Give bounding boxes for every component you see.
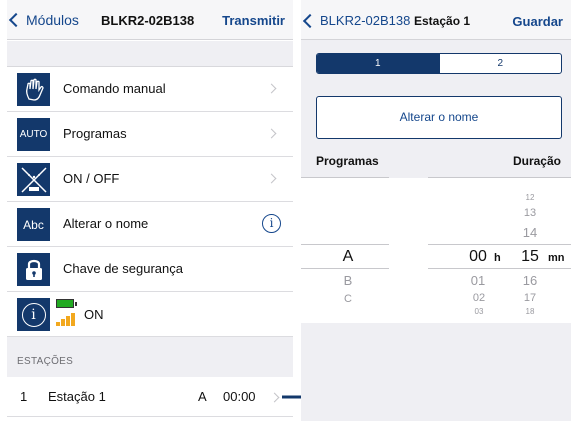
hours-option[interactable]: 02 <box>468 292 490 304</box>
menu-item-on-off[interactable]: ON / OFF <box>7 157 293 202</box>
station-number: 1 <box>20 389 28 404</box>
duration-column-header: Duração <box>512 154 561 168</box>
program-selected[interactable]: A <box>338 248 358 266</box>
menu-label: Chave de segurança <box>63 261 183 276</box>
station-program: A <box>198 389 207 404</box>
back-label: Módulos <box>26 12 79 28</box>
hours-unit: h <box>494 252 501 264</box>
chevron-left-icon <box>8 12 24 28</box>
sprinkler-off-icon <box>17 163 50 196</box>
back-label: BLKR2-02B138 <box>320 13 411 28</box>
duration-picker[interactable]: A B C 00 h 01 02 03 12 13 14 15 mn 16 17… <box>301 178 571 323</box>
chevron-right-icon <box>266 173 277 184</box>
signal-strength-icon <box>56 312 80 326</box>
minutes-unit: mn <box>548 252 565 264</box>
minutes-option[interactable]: 13 <box>520 207 540 219</box>
right-nav-bar: BLKR2-02B138 Estação 1 Guardar <box>301 0 571 40</box>
chevron-right-icon <box>266 83 277 94</box>
left-screen: Módulos BLKR2-02B138 Transmitir Comando … <box>7 0 293 421</box>
info-icon[interactable]: i <box>262 214 281 233</box>
status-row: i ON <box>7 292 293 337</box>
minutes-option[interactable]: 14 <box>519 225 541 240</box>
auto-icon: AUTO <box>17 118 50 151</box>
left-nav-bar: Módulos BLKR2-02B138 Transmitir <box>7 0 293 40</box>
menu-item-rename[interactable]: Abc Alterar o nome i <box>7 202 293 247</box>
abc-icon: Abc <box>17 208 50 241</box>
back-button-modules[interactable]: Módulos <box>8 12 79 28</box>
info-icon[interactable]: i <box>17 298 50 331</box>
minutes-option[interactable]: 16 <box>519 273 541 288</box>
programs-column-header: Programas <box>316 154 379 168</box>
station-name: Estação 1 <box>48 389 106 404</box>
nav-title: BLKR2-02B138 <box>101 13 195 28</box>
chevron-right-icon <box>269 392 280 403</box>
spacer <box>7 41 293 67</box>
segment-1[interactable]: 1 <box>317 54 439 73</box>
divider <box>301 244 389 245</box>
section-title: ESTAÇÕES <box>17 356 74 367</box>
divider <box>301 268 389 269</box>
divider <box>428 268 571 269</box>
padlock-icon <box>17 253 50 286</box>
program-option[interactable]: C <box>338 293 358 305</box>
menu-label: Alterar o nome <box>63 216 149 231</box>
info-circle: i <box>21 302 46 327</box>
section-header: ESTAÇÕES <box>7 337 293 377</box>
menu-item-programs[interactable]: AUTO Programas <box>7 112 293 157</box>
menu-label: Comando manual <box>63 81 166 96</box>
menu-label: Programas <box>63 126 127 141</box>
rename-button[interactable]: Alterar o nome <box>316 96 562 139</box>
minutes-option[interactable]: 12 <box>521 193 539 202</box>
status-text: ON <box>84 307 104 322</box>
segment-2[interactable]: 2 <box>438 54 562 73</box>
transmit-button[interactable]: Transmitir <box>222 13 285 28</box>
right-screen: BLKR2-02B138 Estação 1 Guardar 1 2 Alter… <box>301 0 571 421</box>
hours-selected[interactable]: 00 <box>466 248 490 266</box>
save-button[interactable]: Guardar <box>512 14 563 29</box>
back-button-module[interactable]: BLKR2-02B138 <box>302 13 411 28</box>
menu-label: ON / OFF <box>63 171 120 186</box>
chevron-right-icon <box>266 128 277 139</box>
minutes-selected[interactable]: 15 <box>518 248 542 266</box>
battery-icon <box>56 299 77 308</box>
program-option[interactable]: B <box>338 273 358 288</box>
nav-title: Estação 1 <box>414 14 471 28</box>
module-menu: Comando manual AUTO Programas ON / OFF A… <box>7 67 293 337</box>
hours-option[interactable]: 01 <box>466 273 490 288</box>
menu-item-security-key[interactable]: Chave de segurança <box>7 247 293 292</box>
divider <box>428 244 571 245</box>
chevron-left-icon <box>302 13 318 28</box>
station-list-item[interactable]: 1 Estação 1 A 00:00 <box>7 377 293 417</box>
hours-option[interactable]: 03 <box>470 307 488 315</box>
station-time: 00:00 <box>223 389 256 404</box>
menu-item-manual-command[interactable]: Comando manual <box>7 67 293 112</box>
minutes-option[interactable]: 17 <box>520 292 540 304</box>
program-segmented-control: 1 2 <box>316 53 562 74</box>
hand-icon <box>17 73 50 106</box>
minutes-option[interactable]: 18 <box>521 307 539 315</box>
